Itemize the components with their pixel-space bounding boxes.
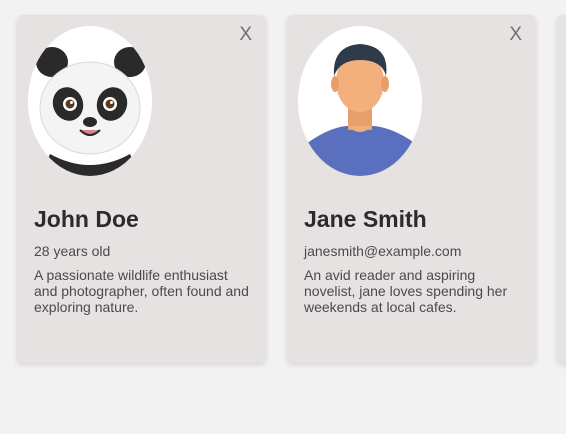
man-avatar-icon — [298, 26, 422, 176]
profile-name: Jane Smith — [304, 206, 427, 232]
profile-email: janesmith@example.com — [304, 243, 462, 259]
profile-card: X John Doe 28 years old A passionate wil… — [17, 15, 266, 363]
profile-description: An avid reader and aspiring novelist, ja… — [304, 267, 508, 315]
close-button[interactable]: X — [509, 25, 522, 44]
profile-description: A passionate wildlife enthusiast and pho… — [34, 267, 249, 315]
panda-avatar-icon — [28, 26, 152, 176]
profile-age: 28 years old — [34, 243, 111, 259]
profile-name: John Doe — [34, 206, 139, 232]
profile-card-partial — [557, 15, 566, 363]
close-button[interactable]: X — [239, 25, 252, 44]
profile-card: X Jane Smith janesmith@example.com An av… — [287, 15, 536, 363]
profile-card-row: X John Doe 28 years old A passionate wil… — [17, 15, 566, 363]
